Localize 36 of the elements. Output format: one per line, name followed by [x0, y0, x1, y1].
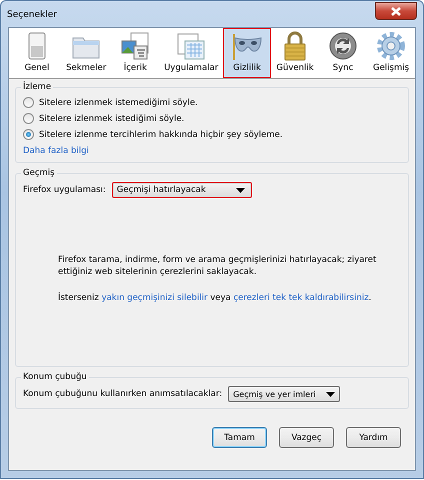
gear-icon — [375, 30, 407, 62]
caret-icon — [326, 392, 336, 396]
radio-label[interactable]: Sitelere izlenmek istemediğimi söyle. — [39, 98, 198, 108]
dialog-button[interactable]: Vazgeç — [279, 427, 334, 448]
close-button[interactable] — [375, 2, 417, 20]
group-title: Konum çubuğu — [21, 372, 89, 382]
close-icon — [390, 6, 402, 16]
caret-icon — [236, 188, 245, 192]
group-title: Geçmiş — [21, 168, 57, 178]
description-text: Firefox tarama, indirme, form ve arama geçmişlerinizi hatırlayacak; ziyaret ettiğiniz web sitelerinin çerezlerini saklayacak. — [58, 254, 378, 278]
radio-button[interactable] — [23, 97, 34, 108]
dialog-button[interactable]: Tamam — [212, 427, 267, 448]
radio-label[interactable]: Sitelere izlenmek istediğimi söyle. — [39, 114, 184, 124]
radio-button[interactable] — [23, 129, 34, 140]
tab[interactable]: Gelişmiş — [367, 28, 415, 78]
tab[interactable]: Sync — [319, 28, 367, 78]
tab[interactable]: İçerik — [111, 28, 160, 78]
group-title: İzleme — [21, 82, 54, 92]
field-label: Firefox uygulaması: — [23, 185, 106, 195]
link[interactable]: çerezleri tek tek kaldırabilirsiniz — [233, 293, 369, 303]
dropdown[interactable]: Geçmiş ve yer imleri — [228, 386, 340, 402]
tab[interactable]: Sekmeler — [61, 28, 112, 78]
dropdown[interactable]: Geçmişi hatırlayacak — [112, 182, 252, 198]
tab[interactable]: Genel — [13, 28, 61, 78]
dialog-button[interactable]: Yardım — [346, 427, 401, 448]
tab[interactable]: Güvenlik — [271, 28, 319, 78]
tab[interactable]: Gizlilik — [223, 28, 271, 78]
field-label: Konum çubuğunu kullanırken anımsatılacaklar: — [23, 389, 222, 399]
window-title: Seçenekler — [7, 10, 57, 20]
tab[interactable]: Uygulamalar — [159, 28, 223, 78]
radio-label[interactable]: Sitelere izlenme tercihlerim hakkında hiçbir şey söyleme. — [39, 130, 283, 140]
link[interactable]: yakın geçmişinizi silebilir — [102, 293, 208, 303]
link[interactable]: Daha fazla bilgi — [23, 146, 89, 156]
radio-button[interactable] — [23, 113, 34, 124]
sync-icon — [327, 30, 359, 62]
help-sentence: İsterseniz yakın geçmişinizi silebilir veya çerezleri tek tek kaldırabilirsiniz. — [58, 292, 372, 304]
